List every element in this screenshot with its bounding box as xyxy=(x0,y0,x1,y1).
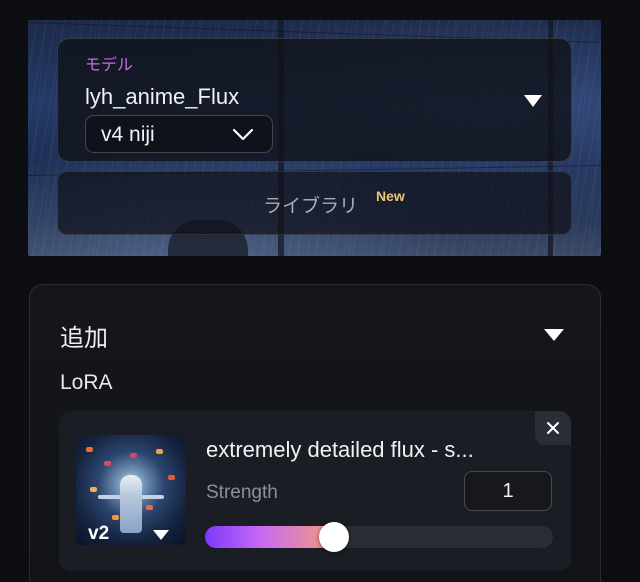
close-icon xyxy=(547,422,559,434)
triangle-down-icon[interactable] xyxy=(543,328,565,342)
model-version-value: v4 niji xyxy=(101,123,155,146)
strength-slider-fill xyxy=(205,526,334,548)
library-button-label: ライブラリ xyxy=(263,196,359,217)
butterfly-decoration xyxy=(146,505,153,510)
strength-input[interactable]: 1 xyxy=(464,471,552,511)
strength-slider[interactable] xyxy=(205,522,553,552)
library-button[interactable]: ライブラリ New xyxy=(57,171,572,235)
butterfly-decoration xyxy=(156,449,163,454)
lora-version-value: v2 xyxy=(88,523,110,544)
thumbnail-figure xyxy=(120,475,142,533)
add-panel: 追加 LoRA v2 extremely detailed flux - s..… xyxy=(29,284,601,582)
model-selector-card[interactable]: モデル lyh_anime_Flux v4 niji xyxy=(57,38,572,162)
butterfly-decoration xyxy=(112,515,119,520)
butterfly-decoration xyxy=(168,475,175,480)
model-version-select[interactable]: v4 niji xyxy=(85,115,273,153)
triangle-down-icon[interactable] xyxy=(523,94,543,108)
lora-heading: LoRA xyxy=(60,371,113,394)
butterfly-decoration xyxy=(90,487,97,492)
butterfly-decoration xyxy=(130,453,137,458)
triangle-down-icon[interactable] xyxy=(152,529,170,541)
model-section-label: モデル xyxy=(85,57,134,74)
butterfly-decoration xyxy=(86,447,93,452)
strength-slider-handle[interactable] xyxy=(319,522,349,552)
chevron-down-icon xyxy=(232,128,254,141)
add-panel-title: 追加 xyxy=(60,325,108,352)
butterfly-decoration xyxy=(104,461,111,466)
lora-card: v2 extremely detailed flux - s... Streng… xyxy=(59,411,571,571)
strength-label: Strength xyxy=(206,482,278,503)
lora-thumbnail[interactable]: v2 xyxy=(76,435,186,545)
new-badge: New xyxy=(376,188,405,204)
lora-name: extremely detailed flux - s... xyxy=(206,437,474,462)
model-name: lyh_anime_Flux xyxy=(85,84,240,109)
